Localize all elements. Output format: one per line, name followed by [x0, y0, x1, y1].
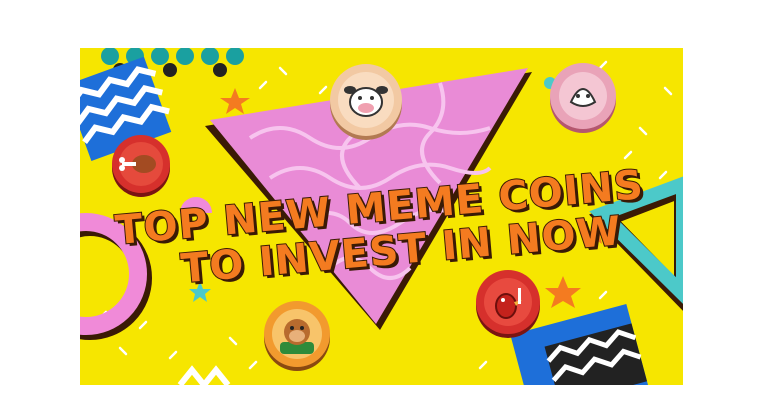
bird-coin-icon — [476, 270, 540, 338]
orange-star-icon — [545, 276, 581, 308]
meme-coins-banner: TOP NEW MEME COINS TO INVEST IN NOW — [80, 48, 683, 385]
white-zigzag-bottom — [177, 365, 231, 385]
monkey-coin-icon — [264, 301, 330, 371]
cow-coin-icon — [330, 64, 402, 140]
meat-coin-icon — [112, 135, 170, 197]
orange-star-icon — [220, 88, 250, 114]
pink-face-coin-icon — [550, 63, 616, 133]
